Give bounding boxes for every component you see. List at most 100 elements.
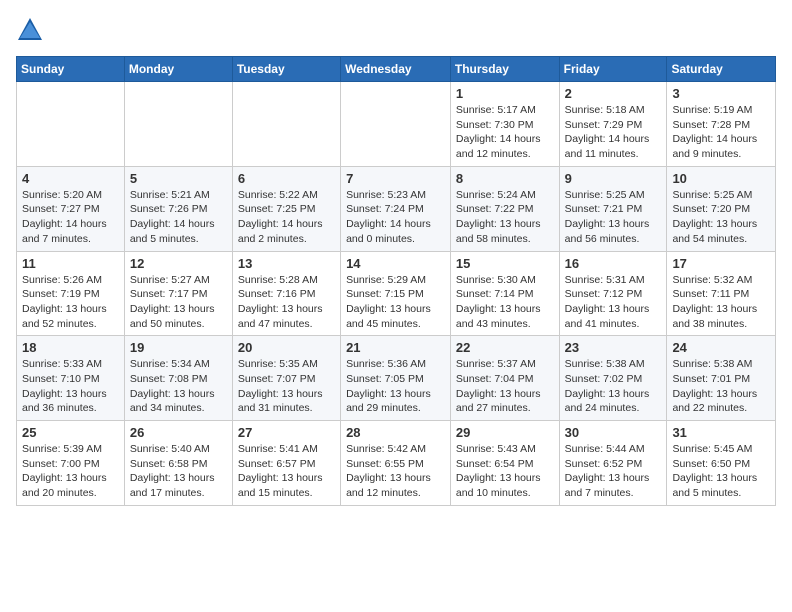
day-number: 17 <box>672 256 770 271</box>
calendar-week-row: 25 Sunrise: 5:39 AMSunset: 7:00 PMDayligh… <box>17 421 776 506</box>
day-info: Sunrise: 5:32 AMSunset: 7:11 PMDaylight:… <box>672 273 770 332</box>
day-number: 21 <box>346 340 445 355</box>
day-info: Sunrise: 5:25 AMSunset: 7:20 PMDaylight:… <box>672 188 770 247</box>
calendar-cell: 17 Sunrise: 5:32 AMSunset: 7:11 PMDayligh… <box>667 251 776 336</box>
day-info: Sunrise: 5:24 AMSunset: 7:22 PMDaylight:… <box>456 188 554 247</box>
day-info: Sunrise: 5:41 AMSunset: 6:57 PMDaylight:… <box>238 442 335 501</box>
logo-icon <box>16 16 44 44</box>
day-info: Sunrise: 5:18 AMSunset: 7:29 PMDaylight:… <box>565 103 662 162</box>
day-number: 14 <box>346 256 445 271</box>
calendar-cell: 25 Sunrise: 5:39 AMSunset: 7:00 PMDayligh… <box>17 421 125 506</box>
day-number: 16 <box>565 256 662 271</box>
calendar-cell: 1 Sunrise: 5:17 AMSunset: 7:30 PMDaylight… <box>450 82 559 167</box>
calendar-cell: 12 Sunrise: 5:27 AMSunset: 7:17 PMDayligh… <box>124 251 232 336</box>
day-number: 29 <box>456 425 554 440</box>
calendar-cell: 15 Sunrise: 5:30 AMSunset: 7:14 PMDayligh… <box>450 251 559 336</box>
day-info: Sunrise: 5:45 AMSunset: 6:50 PMDaylight:… <box>672 442 770 501</box>
day-number: 9 <box>565 171 662 186</box>
calendar-week-row: 11Sunrise: 5:26 AMSunset: 7:19 PMDayligh… <box>17 251 776 336</box>
day-number: 4 <box>22 171 119 186</box>
calendar-table: SundayMondayTuesdayWednesdayThursdayFrid… <box>16 56 776 506</box>
day-number: 12 <box>130 256 227 271</box>
day-number: 30 <box>565 425 662 440</box>
day-info: Sunrise: 5:38 AMSunset: 7:02 PMDaylight:… <box>565 357 662 416</box>
calendar-cell: 14 Sunrise: 5:29 AMSunset: 7:15 PMDayligh… <box>341 251 451 336</box>
day-info: Sunrise: 5:44 AMSunset: 6:52 PMDaylight:… <box>565 442 662 501</box>
calendar-cell: 6Sunrise: 5:22 AMSunset: 7:25 PMDaylight… <box>232 166 340 251</box>
day-number: 19 <box>130 340 227 355</box>
day-info: Sunrise: 5:23 AMSunset: 7:24 PMDaylight:… <box>346 188 445 247</box>
day-number: 6 <box>238 171 335 186</box>
day-number: 11 <box>22 256 119 271</box>
day-number: 7 <box>346 171 445 186</box>
day-info: Sunrise: 5:21 AMSunset: 7:26 PMDaylight:… <box>130 188 227 247</box>
day-number: 22 <box>456 340 554 355</box>
day-number: 8 <box>456 171 554 186</box>
calendar-cell: 28 Sunrise: 5:42 AMSunset: 6:55 PMDayligh… <box>341 421 451 506</box>
day-info: Sunrise: 5:25 AMSunset: 7:21 PMDaylight:… <box>565 188 662 247</box>
calendar-cell <box>341 82 451 167</box>
day-info: Sunrise: 5:17 AMSunset: 7:30 PMDaylight:… <box>456 103 554 162</box>
calendar-cell: 8 Sunrise: 5:24 AMSunset: 7:22 PMDaylight… <box>450 166 559 251</box>
calendar-cell <box>124 82 232 167</box>
day-number: 20 <box>238 340 335 355</box>
day-info: Sunrise: 5:20 AMSunset: 7:27 PMDaylight:… <box>22 188 119 247</box>
day-number: 15 <box>456 256 554 271</box>
calendar-header-thursday: Thursday <box>450 57 559 82</box>
calendar-header-saturday: Saturday <box>667 57 776 82</box>
day-number: 25 <box>22 425 119 440</box>
day-number: 28 <box>346 425 445 440</box>
day-number: 10 <box>672 171 770 186</box>
calendar-cell: 19 Sunrise: 5:34 AMSunset: 7:08 PMDayligh… <box>124 336 232 421</box>
day-info: Sunrise: 5:31 AMSunset: 7:12 PMDaylight:… <box>565 273 662 332</box>
day-number: 1 <box>456 86 554 101</box>
day-number: 3 <box>672 86 770 101</box>
calendar-cell: 21 Sunrise: 5:36 AMSunset: 7:05 PMDayligh… <box>341 336 451 421</box>
day-info: Sunrise: 5:40 AMSunset: 6:58 PMDaylight:… <box>130 442 227 501</box>
day-number: 13 <box>238 256 335 271</box>
day-info: Sunrise: 5:30 AMSunset: 7:14 PMDaylight:… <box>456 273 554 332</box>
calendar-header-row: SundayMondayTuesdayWednesdayThursdayFrid… <box>17 57 776 82</box>
calendar-cell: 31Sunrise: 5:45 AMSunset: 6:50 PMDayligh… <box>667 421 776 506</box>
day-number: 26 <box>130 425 227 440</box>
calendar-header-friday: Friday <box>559 57 667 82</box>
day-number: 23 <box>565 340 662 355</box>
calendar-cell: 22 Sunrise: 5:37 AMSunset: 7:04 PMDayligh… <box>450 336 559 421</box>
calendar-cell: 20 Sunrise: 5:35 AMSunset: 7:07 PMDayligh… <box>232 336 340 421</box>
calendar-cell: 30 Sunrise: 5:44 AMSunset: 6:52 PMDayligh… <box>559 421 667 506</box>
day-number: 18 <box>22 340 119 355</box>
day-number: 24 <box>672 340 770 355</box>
day-number: 27 <box>238 425 335 440</box>
calendar-cell: 5 Sunrise: 5:21 AMSunset: 7:26 PMDaylight… <box>124 166 232 251</box>
day-info: Sunrise: 5:38 AMSunset: 7:01 PMDaylight:… <box>672 357 770 416</box>
calendar-cell: 4 Sunrise: 5:20 AMSunset: 7:27 PMDaylight… <box>17 166 125 251</box>
calendar-week-row: 18 Sunrise: 5:33 AMSunset: 7:10 PMDayligh… <box>17 336 776 421</box>
day-info: Sunrise: 5:27 AMSunset: 7:17 PMDaylight:… <box>130 273 227 332</box>
calendar-cell: 18 Sunrise: 5:33 AMSunset: 7:10 PMDayligh… <box>17 336 125 421</box>
day-info: Sunrise: 5:39 AMSunset: 7:00 PMDaylight:… <box>22 442 119 501</box>
calendar-header-tuesday: Tuesday <box>232 57 340 82</box>
day-info: Sunrise: 5:35 AMSunset: 7:07 PMDaylight:… <box>238 357 335 416</box>
calendar-cell <box>232 82 340 167</box>
day-info: Sunrise: 5:42 AMSunset: 6:55 PMDaylight:… <box>346 442 445 501</box>
calendar-cell <box>17 82 125 167</box>
calendar-cell: 9 Sunrise: 5:25 AMSunset: 7:21 PMDaylight… <box>559 166 667 251</box>
calendar-header-wednesday: Wednesday <box>341 57 451 82</box>
day-info: Sunrise: 5:36 AMSunset: 7:05 PMDaylight:… <box>346 357 445 416</box>
day-info: Sunrise: 5:29 AMSunset: 7:15 PMDaylight:… <box>346 273 445 332</box>
calendar-week-row: 4 Sunrise: 5:20 AMSunset: 7:27 PMDaylight… <box>17 166 776 251</box>
day-info: Sunrise: 5:19 AMSunset: 7:28 PMDaylight:… <box>672 103 770 162</box>
calendar-cell: 26 Sunrise: 5:40 AMSunset: 6:58 PMDayligh… <box>124 421 232 506</box>
day-info: Sunrise: 5:33 AMSunset: 7:10 PMDaylight:… <box>22 357 119 416</box>
day-info: Sunrise: 5:28 AMSunset: 7:16 PMDaylight:… <box>238 273 335 332</box>
calendar-cell: 29Sunrise: 5:43 AMSunset: 6:54 PMDayligh… <box>450 421 559 506</box>
day-info: Sunrise: 5:37 AMSunset: 7:04 PMDaylight:… <box>456 357 554 416</box>
page-header <box>16 16 776 44</box>
calendar-cell: 2Sunrise: 5:18 AMSunset: 7:29 PMDaylight… <box>559 82 667 167</box>
calendar-cell: 27 Sunrise: 5:41 AMSunset: 6:57 PMDayligh… <box>232 421 340 506</box>
day-info: Sunrise: 5:34 AMSunset: 7:08 PMDaylight:… <box>130 357 227 416</box>
logo <box>16 16 48 44</box>
calendar-cell: 3 Sunrise: 5:19 AMSunset: 7:28 PMDaylight… <box>667 82 776 167</box>
calendar-week-row: 1 Sunrise: 5:17 AMSunset: 7:30 PMDaylight… <box>17 82 776 167</box>
day-number: 5 <box>130 171 227 186</box>
